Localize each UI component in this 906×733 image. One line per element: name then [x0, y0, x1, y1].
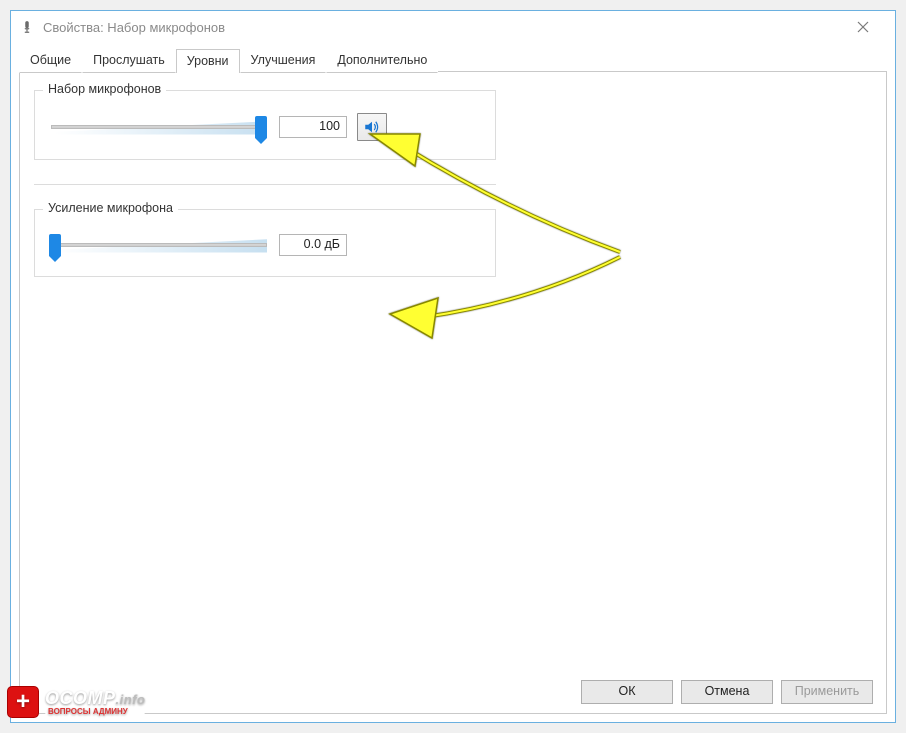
titlebar: Свойства: Набор микрофонов — [11, 11, 895, 43]
apply-button: Применить — [781, 680, 873, 704]
tab-general[interactable]: Общие — [19, 48, 82, 73]
tab-enhancements[interactable]: Улучшения — [240, 48, 327, 73]
cancel-button[interactable]: Отмена — [681, 680, 773, 704]
mic-boost-legend: Усиление микрофона — [43, 201, 178, 215]
window-title: Свойства: Набор микрофонов — [43, 20, 225, 35]
mic-array-group: Набор микрофонов 100 — [34, 90, 496, 160]
mic-array-slider[interactable] — [49, 114, 269, 140]
mic-boost-slider-thumb[interactable] — [49, 234, 61, 256]
mic-array-legend: Набор микрофонов — [43, 82, 166, 96]
mic-array-slider-thumb[interactable] — [255, 116, 267, 138]
mic-boost-slider[interactable] — [49, 232, 269, 258]
mic-boost-value[interactable]: 0.0 дБ — [279, 234, 347, 256]
mute-button[interactable] — [357, 113, 387, 141]
close-icon — [857, 21, 869, 33]
tab-advanced[interactable]: Дополнительно — [326, 48, 438, 73]
mic-boost-group: Усиление микрофона 0.0 дБ — [34, 209, 496, 277]
tab-strip: Общие Прослушать Уровни Улучшения Дополн… — [19, 47, 887, 72]
tab-levels[interactable]: Уровни — [176, 49, 240, 73]
properties-dialog: Свойства: Набор микрофонов Общие Прослуш… — [10, 10, 896, 723]
mic-array-value[interactable]: 100 — [279, 116, 347, 138]
microphone-icon — [19, 19, 35, 35]
speaker-icon — [363, 118, 381, 136]
tab-listen[interactable]: Прослушать — [82, 48, 176, 73]
dialog-buttons: ОК Отмена Применить — [581, 680, 873, 704]
close-button[interactable] — [841, 13, 885, 41]
separator — [34, 184, 496, 185]
levels-tab-page: Набор микрофонов 100 — [19, 71, 887, 714]
ok-button[interactable]: ОК — [581, 680, 673, 704]
